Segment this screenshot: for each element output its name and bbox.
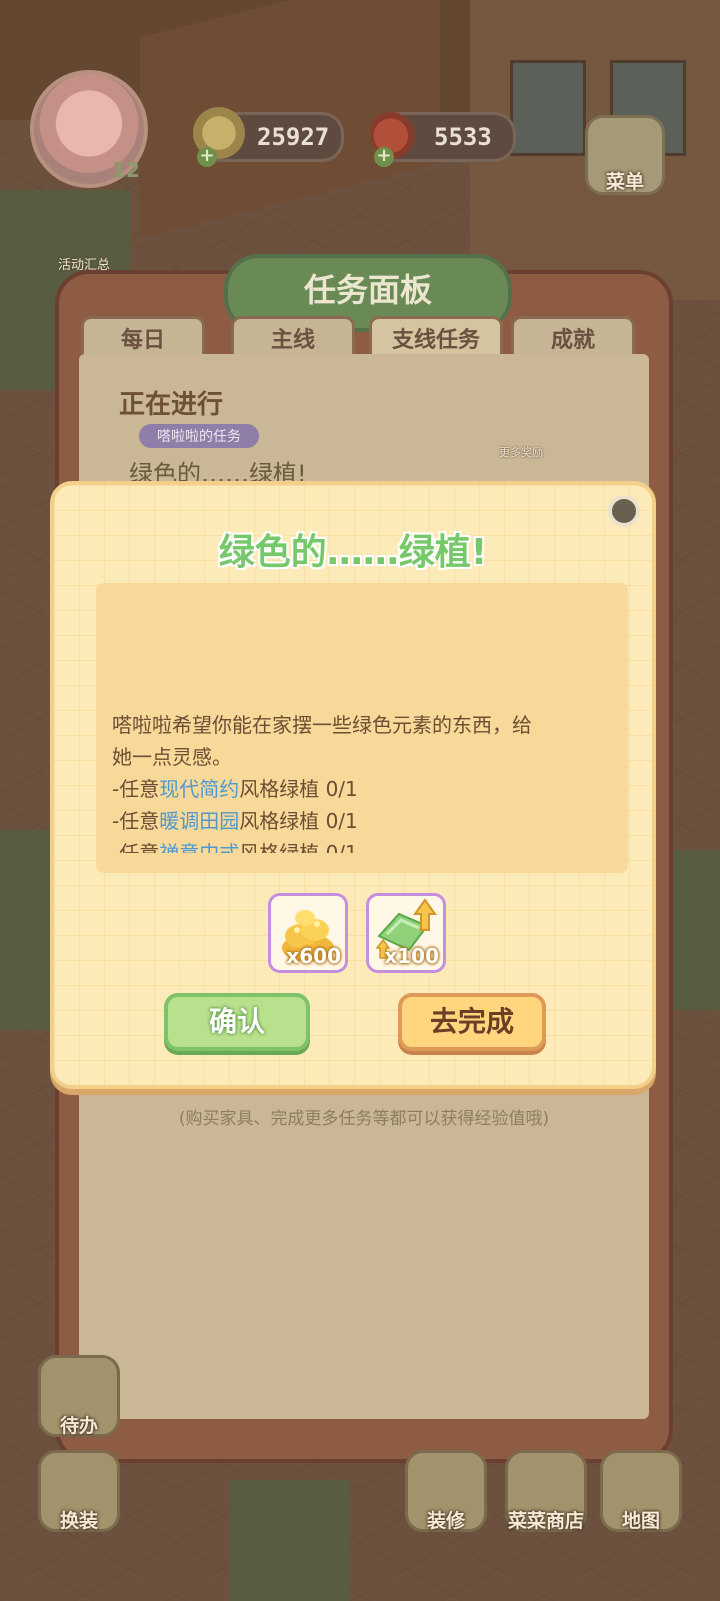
requirement-item: -任意现代简约风格绿植 0/1 bbox=[112, 773, 612, 805]
reward-item-coins[interactable]: x600 bbox=[268, 893, 348, 973]
decorate-label: 装修 bbox=[426, 1510, 465, 1532]
todo-label: 待办 bbox=[59, 1415, 98, 1437]
add-gems-icon[interactable]: + bbox=[374, 147, 394, 167]
reward-quantity: x600 bbox=[286, 944, 341, 968]
requirement-prefix: -任意 bbox=[112, 777, 160, 801]
coin-counter[interactable]: + 25927 bbox=[193, 107, 344, 167]
coin-amount: 25927 bbox=[257, 123, 330, 151]
gem-amount: 5533 bbox=[434, 123, 492, 151]
exp-hint: (购买家具、完成更多任务等都可以获得经验值哦) bbox=[178, 1109, 550, 1129]
go-complete-button[interactable]: 去完成 bbox=[398, 993, 546, 1051]
add-coins-icon[interactable]: + bbox=[197, 147, 217, 167]
in-progress-heading: 正在进行 bbox=[119, 390, 224, 420]
requirement-style: 现代简约 bbox=[159, 777, 240, 801]
requirement-item: -任意禅意中式风格绿植 0/1 bbox=[112, 837, 612, 853]
dress-up-label: 换装 bbox=[59, 1510, 98, 1532]
menu-label: 菜单 bbox=[605, 171, 644, 193]
reward-quantity: x100 bbox=[384, 944, 439, 968]
requirement-style: 禅意中式 bbox=[159, 841, 240, 853]
menu-button[interactable]: 菜单 bbox=[585, 115, 665, 195]
description-line-2: 她一点灵感。 bbox=[112, 745, 232, 769]
task-owner-tag: 嗒啦啦的任务 bbox=[139, 424, 259, 448]
confirm-button[interactable]: 确认 bbox=[164, 993, 310, 1051]
more-rewards-label: 更多奖励 bbox=[499, 446, 543, 459]
task-detail-dialog: 绿色的……绿植! 嗒啦啦希望你能在家摆一些绿色元素的东西，给 她一点灵感。 -任… bbox=[50, 481, 656, 1089]
requirement-progress: 风格绿植 0/1 bbox=[239, 777, 358, 801]
requirement-progress: 风格绿植 0/1 bbox=[239, 841, 358, 853]
task-description-box[interactable]: 嗒啦啦希望你能在家摆一些绿色元素的东西，给 她一点灵感。 -任意现代简约风格绿植… bbox=[96, 583, 628, 873]
decorate-button[interactable]: 装修 bbox=[405, 1450, 487, 1532]
requirement-item: -任意暖调田园风格绿植 0/1 bbox=[112, 805, 612, 837]
dress-up-button[interactable]: 换装 bbox=[38, 1450, 120, 1532]
veggie-shop-label: 菜菜商店 bbox=[507, 1510, 584, 1532]
description-line-1: 嗒啦啦希望你能在家摆一些绿色元素的东西，给 bbox=[112, 713, 532, 737]
reward-item-exp[interactable]: x100 bbox=[366, 893, 446, 973]
requirement-style: 暖调田园 bbox=[159, 809, 240, 833]
todo-button[interactable]: 待办 bbox=[38, 1355, 120, 1437]
requirement-prefix: -任意 bbox=[112, 809, 160, 833]
task-description: 嗒啦啦希望你能在家摆一些绿色元素的东西，给 她一点灵感。 -任意现代简约风格绿植… bbox=[112, 709, 612, 853]
veggie-shop-button[interactable]: 菜菜商店 bbox=[505, 1450, 587, 1532]
gem-counter[interactable]: + 5533 bbox=[370, 107, 516, 167]
requirement-prefix: -任意 bbox=[112, 841, 160, 853]
requirement-progress: 风格绿植 0/1 bbox=[239, 809, 358, 833]
map-button[interactable]: 地图 bbox=[600, 1450, 682, 1532]
map-label: 地图 bbox=[621, 1510, 660, 1532]
dialog-title: 绿色的……绿植! bbox=[218, 532, 488, 573]
player-level: 12 bbox=[112, 158, 140, 182]
